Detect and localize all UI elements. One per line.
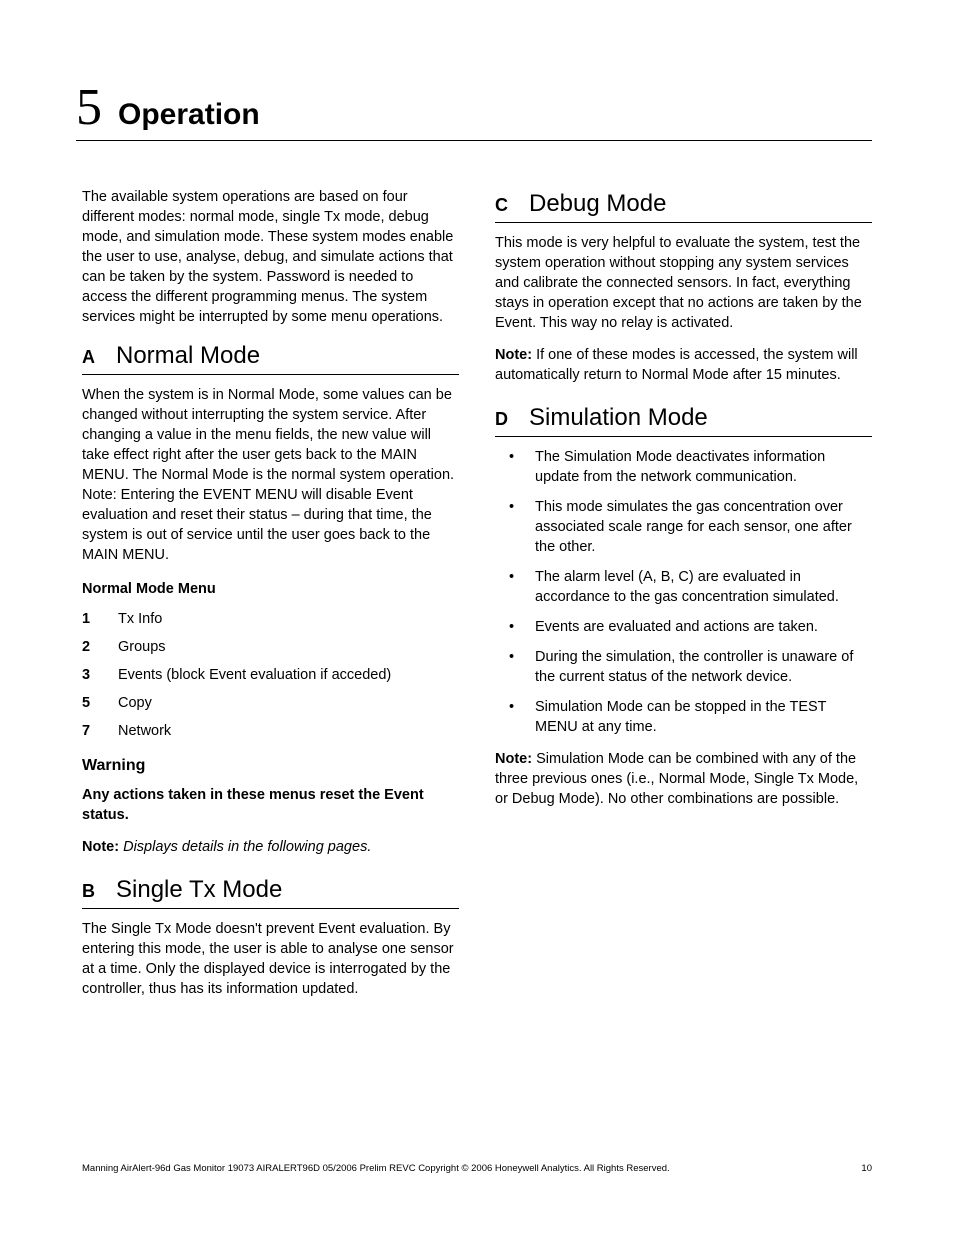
section-a-head: A Normal Mode	[82, 339, 459, 375]
list-item: Simulation Mode can be stopped in the TE…	[495, 697, 872, 737]
menu-item-number: 3	[82, 665, 118, 685]
menu-item-number: 2	[82, 637, 118, 657]
menu-item: 1 Tx Info	[82, 609, 459, 629]
section-a-title: Normal Mode	[116, 339, 260, 372]
simulation-bullets: The Simulation Mode deactivates informat…	[495, 447, 872, 737]
note-label: Note:	[495, 751, 532, 767]
section-c-title: Debug Mode	[529, 187, 666, 220]
menu-item: 5 Copy	[82, 693, 459, 713]
note-body: If one of these modes is accessed, the s…	[495, 347, 858, 383]
section-d-head: D Simulation Mode	[495, 401, 872, 437]
section-a-body: When the system is in Normal Mode, some …	[82, 385, 459, 565]
section-c-letter: C	[495, 193, 529, 218]
right-column: C Debug Mode This mode is very helpful t…	[495, 187, 872, 1011]
section-b-letter: B	[82, 879, 116, 904]
section-b-title: Single Tx Mode	[116, 873, 282, 906]
menu-item: 7 Network	[82, 721, 459, 741]
list-item: The Simulation Mode deactivates informat…	[495, 447, 872, 487]
menu-item-label: Tx Info	[118, 609, 459, 629]
section-b-body: The Single Tx Mode doesn't prevent Event…	[82, 919, 459, 999]
content-columns: The available system operations are base…	[82, 187, 872, 1011]
intro-paragraph: The available system operations are base…	[82, 187, 459, 327]
warning-body: Any actions taken in these menus reset t…	[82, 785, 459, 825]
warning-heading: Warning	[82, 755, 459, 777]
page-footer: Manning AirAlert-96d Gas Monitor 19073 A…	[82, 1162, 872, 1175]
menu-item-label: Network	[118, 721, 459, 741]
left-column: The available system operations are base…	[82, 187, 459, 1011]
footer-left: Manning AirAlert-96d Gas Monitor 19073 A…	[82, 1162, 670, 1175]
list-item: During the simulation, the controller is…	[495, 647, 872, 687]
menu-item-number: 5	[82, 693, 118, 713]
note-body: Displays details in the following pages.	[123, 839, 371, 855]
list-item: Events are evaluated and actions are tak…	[495, 617, 872, 637]
footer-page-number: 10	[861, 1162, 872, 1175]
note-label: Note:	[495, 347, 532, 363]
chapter-number: 5	[76, 82, 102, 134]
chapter-title: Operation	[118, 100, 260, 130]
menu-item: 3 Events (block Event evaluation if acce…	[82, 665, 459, 685]
section-a-letter: A	[82, 345, 116, 370]
section-c-head: C Debug Mode	[495, 187, 872, 223]
list-item: This mode simulates the gas concentratio…	[495, 497, 872, 557]
section-d-letter: D	[495, 407, 529, 432]
section-d-title: Simulation Mode	[529, 401, 708, 434]
menu-item-number: 7	[82, 721, 118, 741]
section-c-note: Note: If one of these modes is accessed,…	[495, 345, 872, 385]
note-label: Note:	[82, 839, 119, 855]
menu-item-label: Copy	[118, 693, 459, 713]
page: 5 Operation The available system operati…	[0, 0, 954, 1235]
menu-item-label: Events (block Event evaluation if accede…	[118, 665, 459, 685]
menu-item: 2 Groups	[82, 637, 459, 657]
section-d-note: Note: Simulation Mode can be combined wi…	[495, 749, 872, 809]
menu-item-label: Groups	[118, 637, 459, 657]
normal-mode-menu-title: Normal Mode Menu	[82, 579, 459, 599]
section-a-note: Note: Displays details in the following …	[82, 837, 459, 857]
note-body: Simulation Mode can be combined with any…	[495, 751, 858, 807]
list-item: The alarm level (A, B, C) are evaluated …	[495, 567, 872, 607]
menu-item-number: 1	[82, 609, 118, 629]
section-b-head: B Single Tx Mode	[82, 873, 459, 909]
normal-mode-menu: 1 Tx Info 2 Groups 3 Events (block Event…	[82, 609, 459, 741]
section-c-body: This mode is very helpful to evaluate th…	[495, 233, 872, 333]
chapter-header: 5 Operation	[76, 82, 872, 141]
